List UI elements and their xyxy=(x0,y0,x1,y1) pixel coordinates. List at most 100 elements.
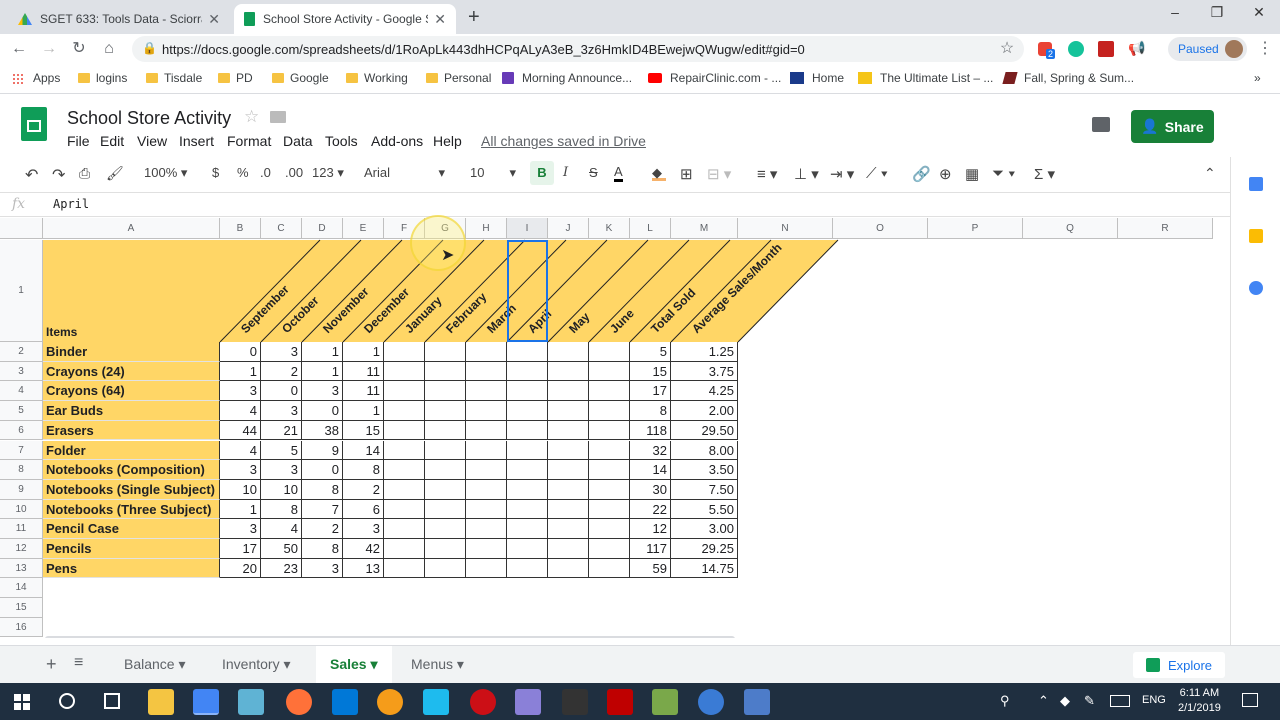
sales-cell[interactable]: 7 xyxy=(302,499,343,520)
move-folder-icon[interactable] xyxy=(270,111,286,123)
people-icon[interactable]: ⚲ xyxy=(1000,693,1010,709)
sales-cell[interactable]: 2 xyxy=(261,361,302,382)
empty-sales-cell[interactable] xyxy=(384,361,425,382)
borders-icon[interactable]: ⊞ xyxy=(680,165,693,183)
empty-sales-cell[interactable] xyxy=(548,342,589,362)
empty-sales-cell[interactable] xyxy=(384,342,425,362)
app-icon[interactable] xyxy=(377,689,403,715)
empty-sales-cell[interactable] xyxy=(507,558,548,579)
sales-cell[interactable]: 0 xyxy=(302,460,343,480)
sales-cell[interactable]: 17 xyxy=(220,539,261,559)
bookmark-morning-announcements[interactable]: Morning Announce... xyxy=(502,71,632,85)
menu-help[interactable]: Help xyxy=(433,133,462,149)
tasks-icon[interactable] xyxy=(1249,281,1263,295)
all-sheets-icon[interactable]: ≡ xyxy=(74,654,83,672)
selected-cell-i1[interactable] xyxy=(507,240,548,342)
empty-sales-cell[interactable] xyxy=(589,342,630,362)
font-size-select[interactable]: 10 ▾ xyxy=(470,165,518,180)
empty-sales-cell[interactable] xyxy=(425,499,466,520)
sheets-logo-icon[interactable] xyxy=(21,107,47,141)
bookmark-home[interactable]: Home xyxy=(790,71,844,85)
reload-button[interactable]: ↻ xyxy=(68,38,90,60)
sales-cell[interactable]: 23 xyxy=(261,558,302,579)
item-cell[interactable]: Pens xyxy=(43,558,220,579)
notifications-icon[interactable] xyxy=(1242,693,1258,707)
text-color-button[interactable]: A xyxy=(614,165,623,182)
sheet-tab-menus[interactable]: Menus ▾ xyxy=(397,646,478,683)
empty-sales-cell[interactable] xyxy=(466,401,507,421)
empty-sales-cell[interactable] xyxy=(384,479,425,500)
formula-input[interactable]: April xyxy=(53,197,89,211)
empty-sales-cell[interactable] xyxy=(466,342,507,362)
average-sales-cell[interactable]: 7.50 xyxy=(671,479,738,500)
sales-cell[interactable]: 10 xyxy=(220,479,261,500)
horizontal-scrollbar[interactable] xyxy=(45,636,735,638)
sales-cell[interactable]: 8 xyxy=(302,479,343,500)
cast-icon[interactable]: 📢 xyxy=(1128,40,1145,57)
profile-button[interactable]: Paused xyxy=(1168,37,1247,61)
currency-button[interactable]: $ xyxy=(212,165,219,180)
average-sales-cell[interactable]: 3.00 xyxy=(671,519,738,539)
empty-sales-cell[interactable] xyxy=(507,499,548,520)
average-sales-cell[interactable]: 3.50 xyxy=(671,460,738,480)
document-title[interactable]: School Store Activity xyxy=(67,108,231,129)
bookmark-logins[interactable]: logins xyxy=(78,71,127,85)
app-icon[interactable] xyxy=(652,689,678,715)
empty-sales-cell[interactable] xyxy=(384,519,425,539)
merge-cells-icon[interactable]: ⊟ ▾ xyxy=(707,165,731,183)
bookmark-pd[interactable]: PD xyxy=(218,71,253,85)
total-sold-cell[interactable]: 117 xyxy=(630,539,671,559)
total-sold-cell[interactable]: 12 xyxy=(630,519,671,539)
empty-sales-cell[interactable] xyxy=(589,558,630,579)
empty-sales-cell[interactable] xyxy=(466,361,507,382)
sales-cell[interactable]: 8 xyxy=(343,460,384,480)
empty-sales-cell[interactable] xyxy=(507,381,548,402)
empty-sales-cell[interactable] xyxy=(507,460,548,480)
filezilla-icon[interactable] xyxy=(607,689,633,715)
total-sold-cell[interactable]: 14 xyxy=(630,460,671,480)
item-cell[interactable]: Notebooks (Composition) xyxy=(43,460,220,480)
sales-cell[interactable]: 0 xyxy=(220,342,261,362)
empty-sales-cell[interactable] xyxy=(507,401,548,421)
sales-cell[interactable]: 44 xyxy=(220,420,261,441)
empty-sales-cell[interactable] xyxy=(507,440,548,461)
url-input[interactable]: 🔒 https://docs.google.com/spreadsheets/d… xyxy=(132,36,1024,62)
bookmark-tisdale[interactable]: Tisdale xyxy=(146,71,202,85)
sales-cell[interactable]: 1 xyxy=(302,361,343,382)
empty-sales-cell[interactable] xyxy=(589,539,630,559)
empty-sales-cell[interactable] xyxy=(589,401,630,421)
close-icon[interactable]: ✕ xyxy=(208,11,220,28)
total-sold-cell[interactable]: 118 xyxy=(630,420,671,441)
bookmark-fall-spring[interactable]: Fall, Spring & Sum... xyxy=(1002,71,1134,85)
internet-explorer-icon[interactable] xyxy=(423,689,449,715)
average-sales-cell[interactable]: 4.25 xyxy=(671,381,738,402)
item-cell[interactable]: Crayons (24) xyxy=(43,361,220,382)
empty-sales-cell[interactable] xyxy=(548,519,589,539)
item-cell[interactable]: Notebooks (Three Subject) xyxy=(43,499,220,520)
empty-sales-cell[interactable] xyxy=(384,420,425,441)
total-sold-cell[interactable]: 22 xyxy=(630,499,671,520)
menu-insert[interactable]: Insert xyxy=(179,133,214,149)
sales-cell[interactable]: 4 xyxy=(261,519,302,539)
item-cell[interactable]: Crayons (64) xyxy=(43,381,220,402)
sales-cell[interactable]: 2 xyxy=(343,479,384,500)
browser-tab-school-store[interactable]: School Store Activity - Google Sh ✕ xyxy=(234,4,456,34)
empty-sales-cell[interactable] xyxy=(466,479,507,500)
empty-sales-cell[interactable] xyxy=(507,361,548,382)
item-cell[interactable]: Erasers xyxy=(43,420,220,441)
taskbar-clock[interactable]: 6:11 AM 2/1/2019 xyxy=(1178,686,1221,716)
text-rotation-icon[interactable]: ⟋ ▾ xyxy=(866,165,888,182)
sales-cell[interactable]: 3 xyxy=(261,460,302,480)
sales-cell[interactable]: 3 xyxy=(302,381,343,402)
empty-sales-cell[interactable] xyxy=(425,479,466,500)
average-sales-cell[interactable]: 14.75 xyxy=(671,558,738,579)
row-header[interactable]: 15 xyxy=(0,598,43,618)
menu-file[interactable]: File xyxy=(67,133,90,149)
sales-cell[interactable]: 20 xyxy=(220,558,261,579)
spreadsheet-grid[interactable]: ABCDEFGHIJKLMNOPQR 1 2 3 4 5 6 7 8 9 10 11 12 13 14 15… xyxy=(0,218,1216,638)
pen-icon[interactable]: ✎ xyxy=(1084,693,1095,709)
menu-data[interactable]: Data xyxy=(283,133,313,149)
empty-sales-cell[interactable] xyxy=(425,440,466,461)
saved-status[interactable]: All changes saved in Drive xyxy=(481,133,646,149)
empty-sales-cell[interactable] xyxy=(548,539,589,559)
